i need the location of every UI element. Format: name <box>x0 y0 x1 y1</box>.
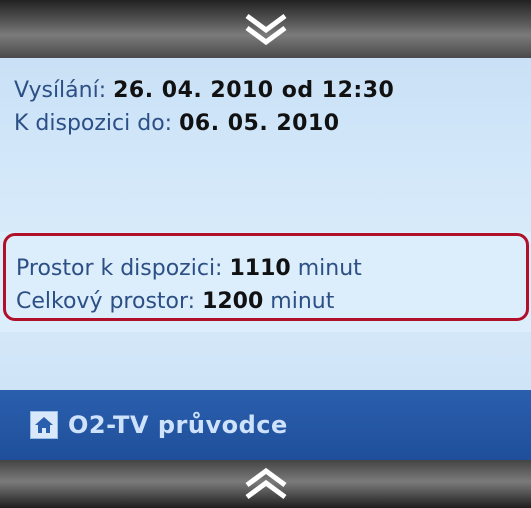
double-chevron-up-icon[interactable] <box>243 467 289 501</box>
total-space-row: Celkový prostor: 1200 minut <box>16 285 362 318</box>
guide-link[interactable]: O2-TV průvodce <box>68 411 288 439</box>
home-icon[interactable] <box>30 411 58 439</box>
free-space-value: 1110 <box>229 256 291 281</box>
total-space-label: Celkový prostor: <box>16 289 196 314</box>
guide-nav-bar[interactable]: O2-TV průvodce <box>0 390 531 460</box>
available-label: K dispozici do: <box>14 111 173 136</box>
available-value: 06. 05. 2010 <box>179 111 340 136</box>
broadcast-value: 26. 04. 2010 od 12:30 <box>113 78 395 103</box>
free-space-label: Prostor k dispozici: <box>16 256 223 281</box>
broadcast-row: Vysílání: 26. 04. 2010 od 12:30 <box>14 74 394 107</box>
double-chevron-down-icon[interactable] <box>243 12 289 46</box>
available-row: K dispozici do: 06. 05. 2010 <box>14 107 394 140</box>
schedule-info: Vysílání: 26. 04. 2010 od 12:30 K dispoz… <box>14 74 394 140</box>
storage-info: Prostor k dispozici: 1110 minut Celkový … <box>16 252 362 318</box>
free-space-row: Prostor k dispozici: 1110 minut <box>16 252 362 285</box>
programme-detail-panel: Vysílání: 26. 04. 2010 od 12:30 K dispoz… <box>0 58 531 390</box>
total-space-value: 1200 <box>202 289 264 314</box>
total-space-unit: minut <box>270 289 335 314</box>
free-space-unit: minut <box>297 256 362 281</box>
scroll-down-bar[interactable] <box>0 0 531 58</box>
scroll-up-bar[interactable] <box>0 460 531 508</box>
broadcast-label: Vysílání: <box>14 78 107 103</box>
